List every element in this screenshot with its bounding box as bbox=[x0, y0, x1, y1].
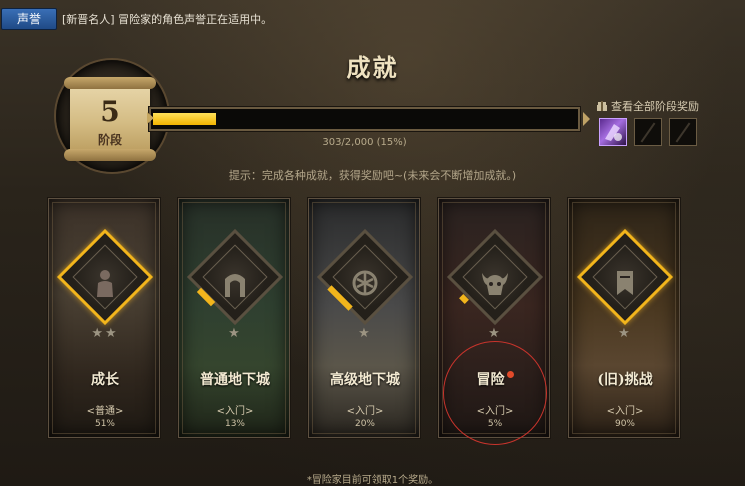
emblem-inner-frame bbox=[332, 244, 398, 310]
card-name-label: 冒险 bbox=[476, 372, 505, 388]
empty-slot-icon bbox=[675, 122, 691, 143]
progress-bar bbox=[149, 107, 580, 131]
emblem-frame bbox=[316, 228, 414, 326]
rank-stars: ★ bbox=[228, 326, 242, 341]
progress-cap-right-icon bbox=[583, 112, 590, 126]
reward-slot-3[interactable] bbox=[669, 118, 697, 146]
card-tier: <入门> bbox=[476, 406, 514, 417]
category-card-adventure[interactable]: ★ 冒险 <入门> 5% bbox=[438, 198, 550, 438]
view-all-rewards-link[interactable]: 查看全部阶段奖励 bbox=[597, 98, 699, 114]
progress-bar-fill bbox=[153, 113, 216, 125]
card-name: 冒险 bbox=[439, 369, 549, 389]
rank-stars: ★ bbox=[618, 326, 632, 341]
card-tier: <入门> bbox=[216, 406, 254, 417]
card-tier: <普通> bbox=[86, 406, 124, 417]
card-tier: <入门> bbox=[346, 406, 384, 417]
gate-icon bbox=[225, 274, 245, 297]
emblem-inner-frame bbox=[592, 244, 658, 310]
progress-arc bbox=[459, 294, 469, 304]
category-card-normal-dungeon[interactable]: ★ 普通地下城 <入门> 13% bbox=[178, 198, 290, 438]
top-bar: 声誉 [新晋名人] 冒险家的角色声誉正在适用中。 bbox=[0, 0, 745, 34]
view-all-rewards-label: 查看全部阶段奖励 bbox=[611, 100, 699, 113]
reward-item-icon bbox=[605, 124, 622, 141]
emblem-frame bbox=[446, 228, 544, 326]
new-alert-icon bbox=[506, 371, 514, 378]
card-name: (旧)挑战 bbox=[597, 372, 653, 388]
card-name: 成长 bbox=[91, 372, 119, 388]
rune-icon bbox=[352, 270, 378, 296]
card-tier: <入门> bbox=[606, 406, 644, 417]
progress-cap-left-icon bbox=[147, 112, 154, 124]
demon-icon bbox=[482, 273, 508, 295]
card-percent: 5% bbox=[487, 419, 503, 429]
card-percent: 90% bbox=[614, 419, 635, 429]
category-card-legacy-challenge[interactable]: ★ (旧)挑战 <入门> 90% bbox=[568, 198, 680, 438]
emblem-frame bbox=[56, 228, 154, 326]
fame-status-text: [新晋名人] 冒险家的角色声誉正在适用中。 bbox=[62, 13, 273, 26]
fame-button[interactable]: 声誉 bbox=[1, 8, 57, 30]
emblem-inner-frame bbox=[462, 244, 528, 310]
category-card-advanced-dungeon[interactable]: ★ 高级地下城 <入门> 20% bbox=[308, 198, 420, 438]
empty-slot-icon bbox=[640, 122, 656, 143]
footer-note: *冒险家目前可领取1个奖励。 bbox=[306, 475, 439, 486]
progress-arc bbox=[327, 285, 353, 311]
reward-slot-2[interactable] bbox=[634, 118, 662, 146]
banner-icon bbox=[617, 271, 633, 295]
stage-label: 阶段 bbox=[97, 133, 122, 147]
progress-text: 303/2,000 (15%) bbox=[322, 137, 407, 148]
hint-text: 提示：完成各种成就，获得奖励吧~(未来会不断增加成就。) bbox=[228, 169, 517, 182]
emblem-frame bbox=[576, 228, 674, 326]
emblem-frame bbox=[186, 228, 284, 326]
category-card-growth[interactable]: ★★ 成长 <普通> 51% bbox=[48, 198, 160, 438]
card-percent: 13% bbox=[224, 419, 245, 429]
card-name: 高级地下城 bbox=[330, 372, 400, 388]
progress-arc bbox=[196, 287, 216, 307]
stage-number: 5 bbox=[100, 95, 120, 128]
rank-stars: ★★ bbox=[91, 326, 119, 341]
gift-icon bbox=[597, 101, 607, 111]
card-percent: 20% bbox=[354, 419, 375, 429]
card-name: 普通地下城 bbox=[200, 372, 270, 388]
reward-slot-1[interactable] bbox=[599, 118, 627, 146]
rank-stars: ★ bbox=[488, 326, 502, 341]
emblem-inner-frame bbox=[202, 244, 268, 310]
card-percent: 51% bbox=[94, 419, 115, 429]
person-icon bbox=[97, 270, 113, 297]
emblem-inner-frame bbox=[72, 244, 138, 310]
rank-stars: ★ bbox=[358, 326, 372, 341]
